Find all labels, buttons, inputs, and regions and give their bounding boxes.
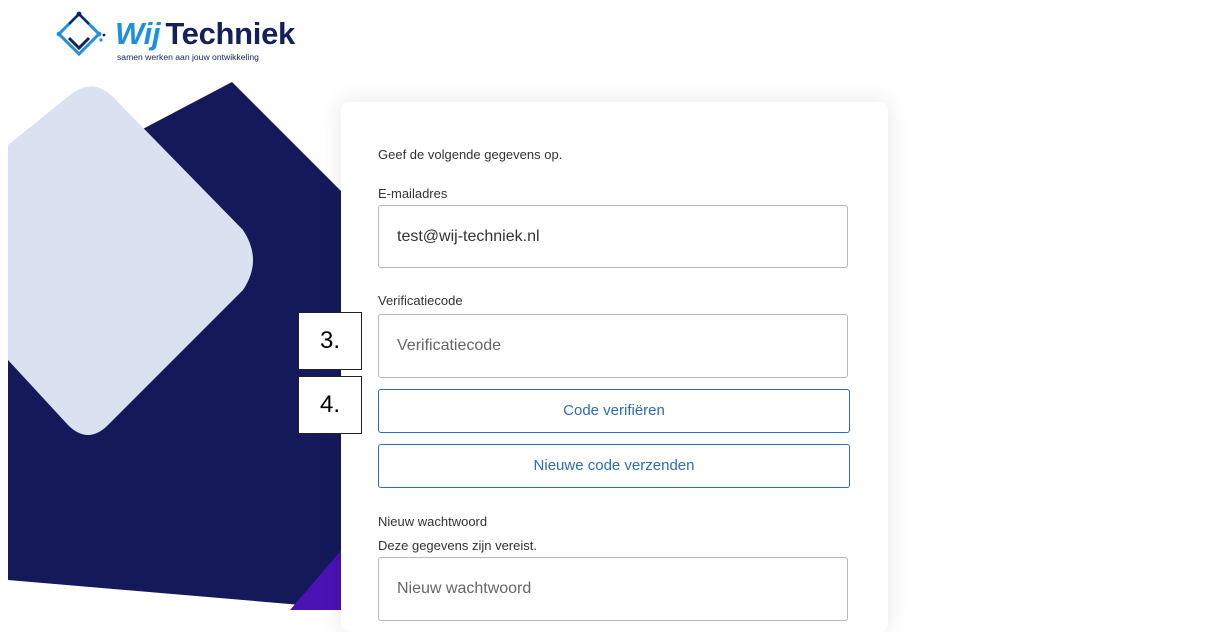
new-password-label: Nieuw wachtwoord — [378, 514, 488, 529]
intro-text: Geef de volgende gegevens op. — [378, 147, 563, 162]
email-field[interactable] — [378, 205, 848, 268]
new-password-input[interactable] — [378, 557, 848, 621]
decorative-shapes — [8, 82, 360, 610]
step-marker-4: 4. — [298, 376, 362, 434]
verification-code-label: Verificatiecode — [378, 293, 463, 308]
resend-code-button[interactable]: Nieuwe code verzenden — [378, 444, 850, 488]
signup-card: Geef de volgende gegevens op. E-mailadre… — [341, 102, 888, 632]
verification-code-input[interactable] — [378, 314, 848, 378]
verify-code-button[interactable]: Code verifiëren — [378, 389, 850, 433]
required-note: Deze gegevens zijn vereist. — [378, 538, 537, 553]
step-marker-3: 3. — [298, 312, 362, 370]
email-label: E-mailadres — [378, 186, 448, 201]
